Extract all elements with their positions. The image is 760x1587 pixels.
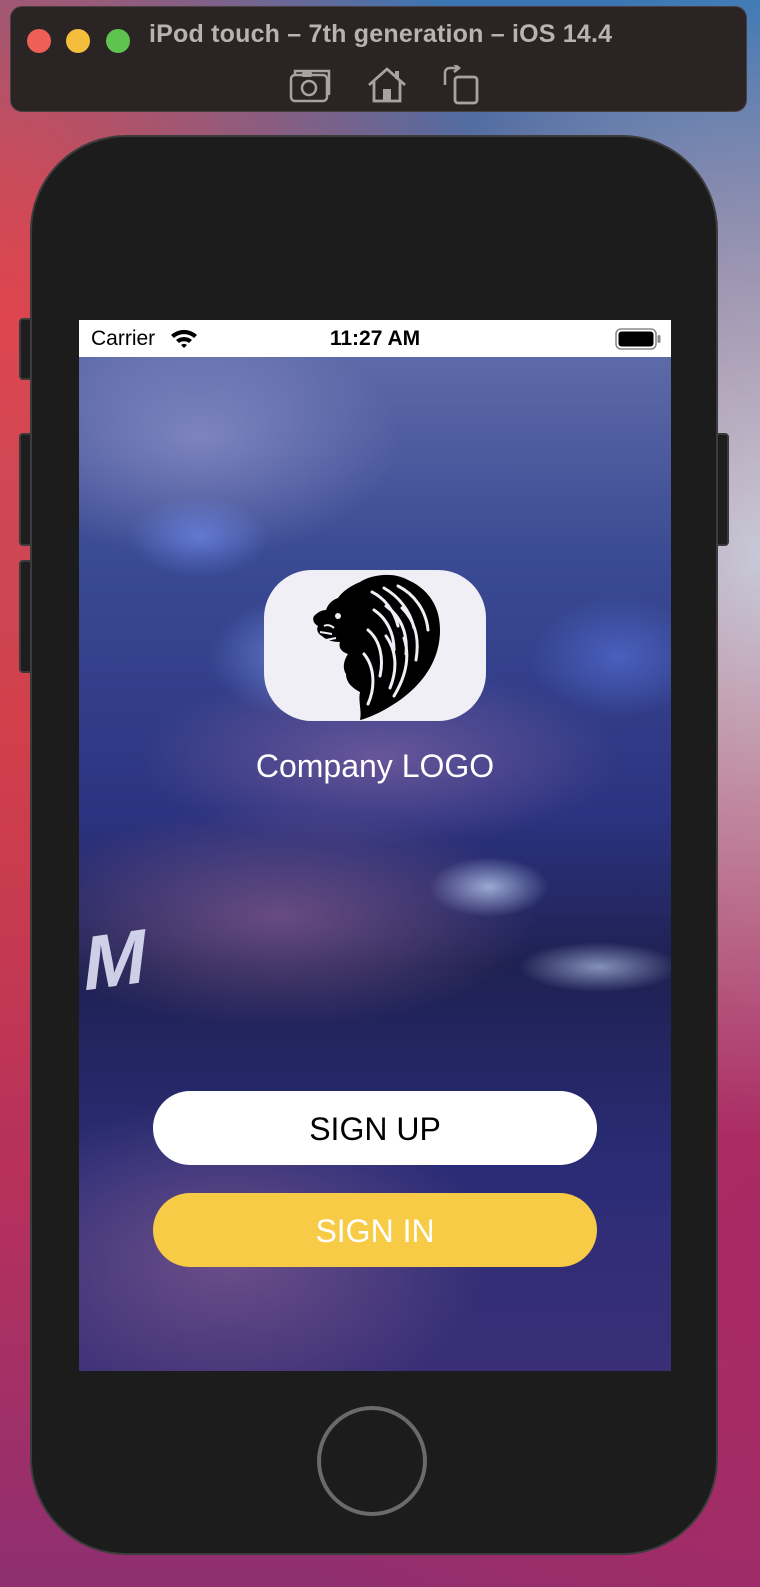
zoom-window-button[interactable]	[106, 29, 130, 53]
lion-logo-icon	[313, 574, 440, 720]
minimize-window-button[interactable]	[66, 29, 90, 53]
sign-up-button[interactable]: SIGN UP	[153, 1091, 597, 1165]
background-image: M Company LOGO SIGN UP SIGN IN	[79, 357, 671, 1371]
device-screen: Carrier 11:27 AM M Company LOGO SIGN UP …	[79, 320, 671, 1371]
home-icon[interactable]	[365, 65, 409, 105]
sign-in-button[interactable]: SIGN IN	[153, 1193, 597, 1267]
window-title: iPod touch – 7th generation – iOS 14.4	[149, 20, 613, 48]
battery-icon	[615, 328, 661, 350]
status-bar: Carrier 11:27 AM	[79, 320, 671, 357]
close-window-button[interactable]	[27, 29, 51, 53]
screenshot-icon[interactable]	[289, 65, 333, 105]
status-time: 11:27 AM	[329, 327, 421, 350]
keyboard-key-letter: M	[79, 912, 149, 1009]
device-home-button[interactable]	[317, 1406, 427, 1516]
rotate-icon[interactable]	[439, 65, 483, 105]
simulator-title-bar: iPod touch – 7th generation – iOS 14.4	[10, 6, 747, 112]
company-logo	[264, 570, 486, 721]
company-logo-label: Company LOGO	[255, 748, 495, 784]
